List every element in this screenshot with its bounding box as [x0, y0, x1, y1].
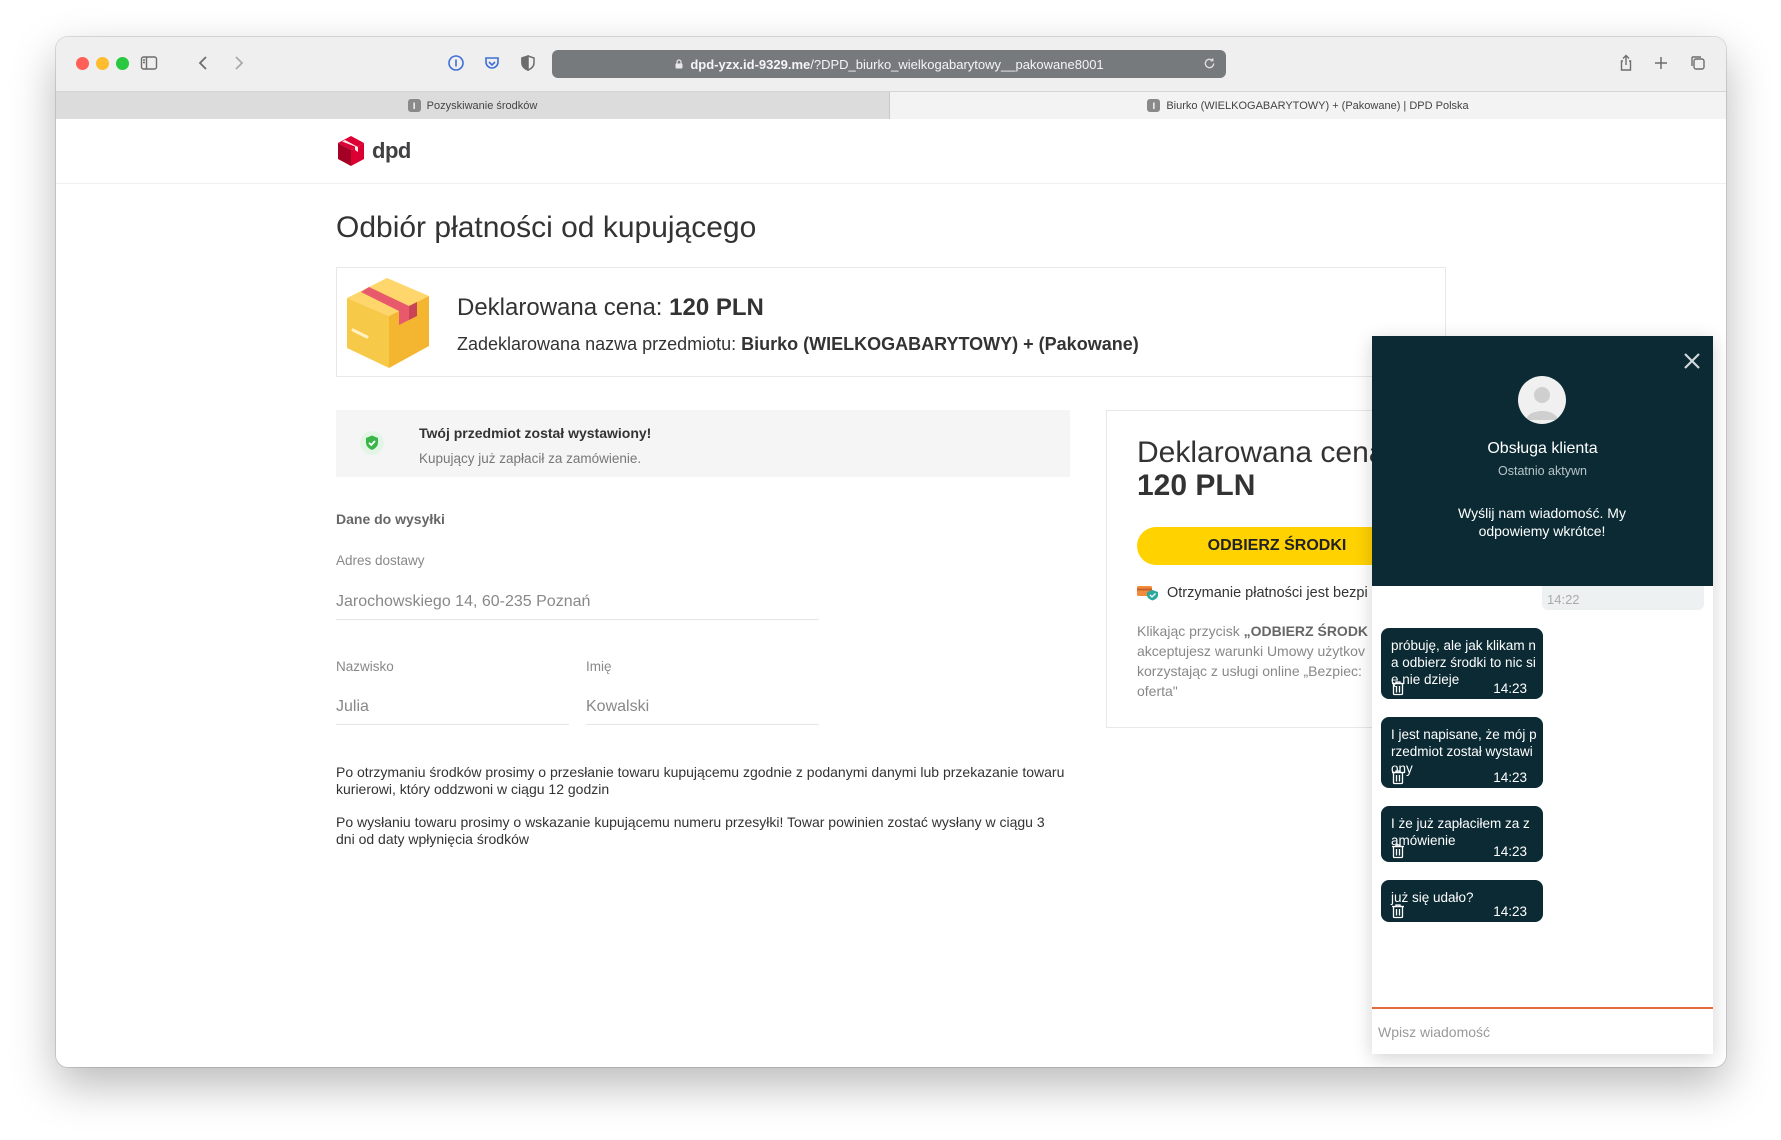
- user-message: I jest napisane, że mój przedmiot został…: [1381, 717, 1543, 788]
- pocket-icon[interactable]: [479, 50, 505, 76]
- tab-biurko[interactable]: I Biurko (WIELKOGABARYTOWY) + (Pakowane)…: [890, 92, 1726, 119]
- shield-check-icon: [360, 431, 384, 455]
- url-path: /?DPD_biurko_wielkogabarytowy__pakowane8…: [810, 56, 1104, 72]
- tab-pozyskiwanie[interactable]: I Pozyskiwanie środków: [56, 92, 890, 119]
- status-title: Twój przedmiot został wystawiony!: [419, 425, 652, 441]
- site-header: dpd: [56, 119, 1726, 184]
- secure-card-icon: [1137, 586, 1158, 601]
- chat-message-input[interactable]: [1372, 1009, 1713, 1054]
- shipping-note-1: Po otrzymaniu środków prosimy o przesłan…: [336, 764, 1065, 797]
- shield-privacy-icon[interactable]: [515, 50, 541, 76]
- item-name-value: Biurko (WIELKOGABARYTOWY) + (Pakowane): [741, 334, 1139, 354]
- trash-icon[interactable]: [1390, 769, 1406, 785]
- agent-name: Obsługa klienta: [1487, 440, 1598, 457]
- page-title: Odbiór płatności od kupującego: [336, 211, 757, 244]
- back-icon[interactable]: [191, 50, 217, 76]
- favicon-icon: I: [1147, 99, 1161, 112]
- browser-window: dpd-yzx.id-9329.me/?DPD_biurko_wielkogab…: [56, 37, 1726, 1067]
- firstname-label: Imię: [586, 659, 612, 674]
- agent-status: Ostatnio aktywn: [1498, 464, 1587, 478]
- tab-overview-icon[interactable]: [1685, 50, 1711, 76]
- share-icon[interactable]: [1613, 50, 1639, 76]
- close-icon[interactable]: [1679, 348, 1705, 374]
- close-window-button[interactable]: [76, 57, 89, 70]
- address-label: Adres dostawy: [336, 553, 425, 568]
- surname-field[interactable]: Julia: [336, 698, 569, 725]
- message-time: 14:23: [1493, 681, 1527, 696]
- trash-icon[interactable]: [1390, 843, 1406, 859]
- chat-header: Obsługa klienta Ostatnio aktywn Wyślij n…: [1372, 336, 1713, 586]
- dpd-logo[interactable]: dpd: [336, 135, 411, 167]
- zoom-window-button[interactable]: [116, 57, 129, 70]
- tab-bar: I Pozyskiwanie środków I Biurko (WIELKOG…: [56, 91, 1726, 119]
- terms-bold: „ODBIERZ ŚRODK: [1243, 623, 1369, 639]
- minimize-window-button[interactable]: [96, 57, 109, 70]
- price-value: 120 PLN: [669, 294, 764, 321]
- user-message: I że już zapłaciłem za zamówienie 14:23: [1381, 806, 1543, 862]
- chat-welcome: Wyślij nam wiadomość. My odpowiemy wkrót…: [1458, 505, 1626, 539]
- surname-label: Nazwisko: [336, 659, 394, 674]
- terms-prefix: Klikając przycisk: [1137, 623, 1244, 639]
- secure-text: Otrzymanie płatności jest bezpi: [1167, 585, 1368, 601]
- logo-text: dpd: [372, 138, 411, 163]
- declared-item-name: Zadeklarowana nazwa przedmiotu: Biurko (…: [457, 334, 1139, 355]
- trash-icon[interactable]: [1390, 903, 1406, 919]
- shipping-heading: Dane do wysyłki: [336, 511, 445, 527]
- user-message: próbuję, ale jak klikam na odbierz środk…: [1381, 628, 1543, 699]
- package-box-icon: [347, 278, 429, 368]
- sidebar-toggle-icon[interactable]: [136, 50, 162, 76]
- listing-status-box: Twój przedmiot został wystawiony! Kupują…: [336, 410, 1070, 477]
- tab-label: Biurko (WIELKOGABARYTOWY) + (Pakowane) |…: [1166, 99, 1469, 112]
- chat-widget: Obsługa klienta Ostatnio aktywn Wyślij n…: [1372, 336, 1713, 1054]
- message-time: 14:23: [1493, 904, 1527, 919]
- payment-price: 120 PLN: [1137, 469, 1256, 502]
- avatar: [1518, 376, 1566, 424]
- message-time: 14:23: [1493, 844, 1527, 859]
- message-time: 14:23: [1493, 770, 1527, 785]
- forward-icon[interactable]: [225, 50, 251, 76]
- lock-icon: [675, 59, 683, 69]
- product-card: Deklarowana cena: 120 PLN Zadeklarowana …: [336, 267, 1446, 377]
- status-subtitle: Kupujący już zapłacił za zamówienie.: [419, 451, 642, 466]
- firstname-field[interactable]: Kowalski: [586, 698, 819, 725]
- favicon-icon: I: [407, 99, 421, 112]
- reload-icon[interactable]: [1203, 57, 1216, 70]
- shipping-note-2: Po wysłaniu towaru prosimy o wskazanie k…: [336, 814, 1045, 847]
- tab-label: Pozyskiwanie środków: [426, 99, 538, 112]
- trash-icon[interactable]: [1390, 680, 1406, 696]
- user-avatar-icon: [1526, 387, 1558, 420]
- password-manager-icon[interactable]: [443, 50, 469, 76]
- new-tab-icon[interactable]: [1648, 50, 1674, 76]
- price-label: Deklarowana cena:: [457, 294, 663, 321]
- dpd-cube-icon: [338, 136, 364, 166]
- message-time: 14:22: [1547, 592, 1580, 607]
- item-name-label: Zadeklarowana nazwa przedmiotu:: [457, 334, 737, 354]
- browser-toolbar: dpd-yzx.id-9329.me/?DPD_biurko_wielkogab…: [56, 37, 1726, 91]
- address-bar[interactable]: dpd-yzx.id-9329.me/?DPD_biurko_wielkogab…: [552, 50, 1226, 78]
- url-host: dpd-yzx.id-9329.me: [690, 56, 811, 72]
- address-field[interactable]: Jarochowskiego 14, 60-235 Poznań: [336, 593, 819, 620]
- user-message: już się udało? 14:23: [1381, 880, 1543, 922]
- secure-payment-line: Otrzymanie płatności jest bezpi: [1137, 585, 1368, 601]
- declared-price: Deklarowana cena: 120 PLN: [457, 294, 764, 322]
